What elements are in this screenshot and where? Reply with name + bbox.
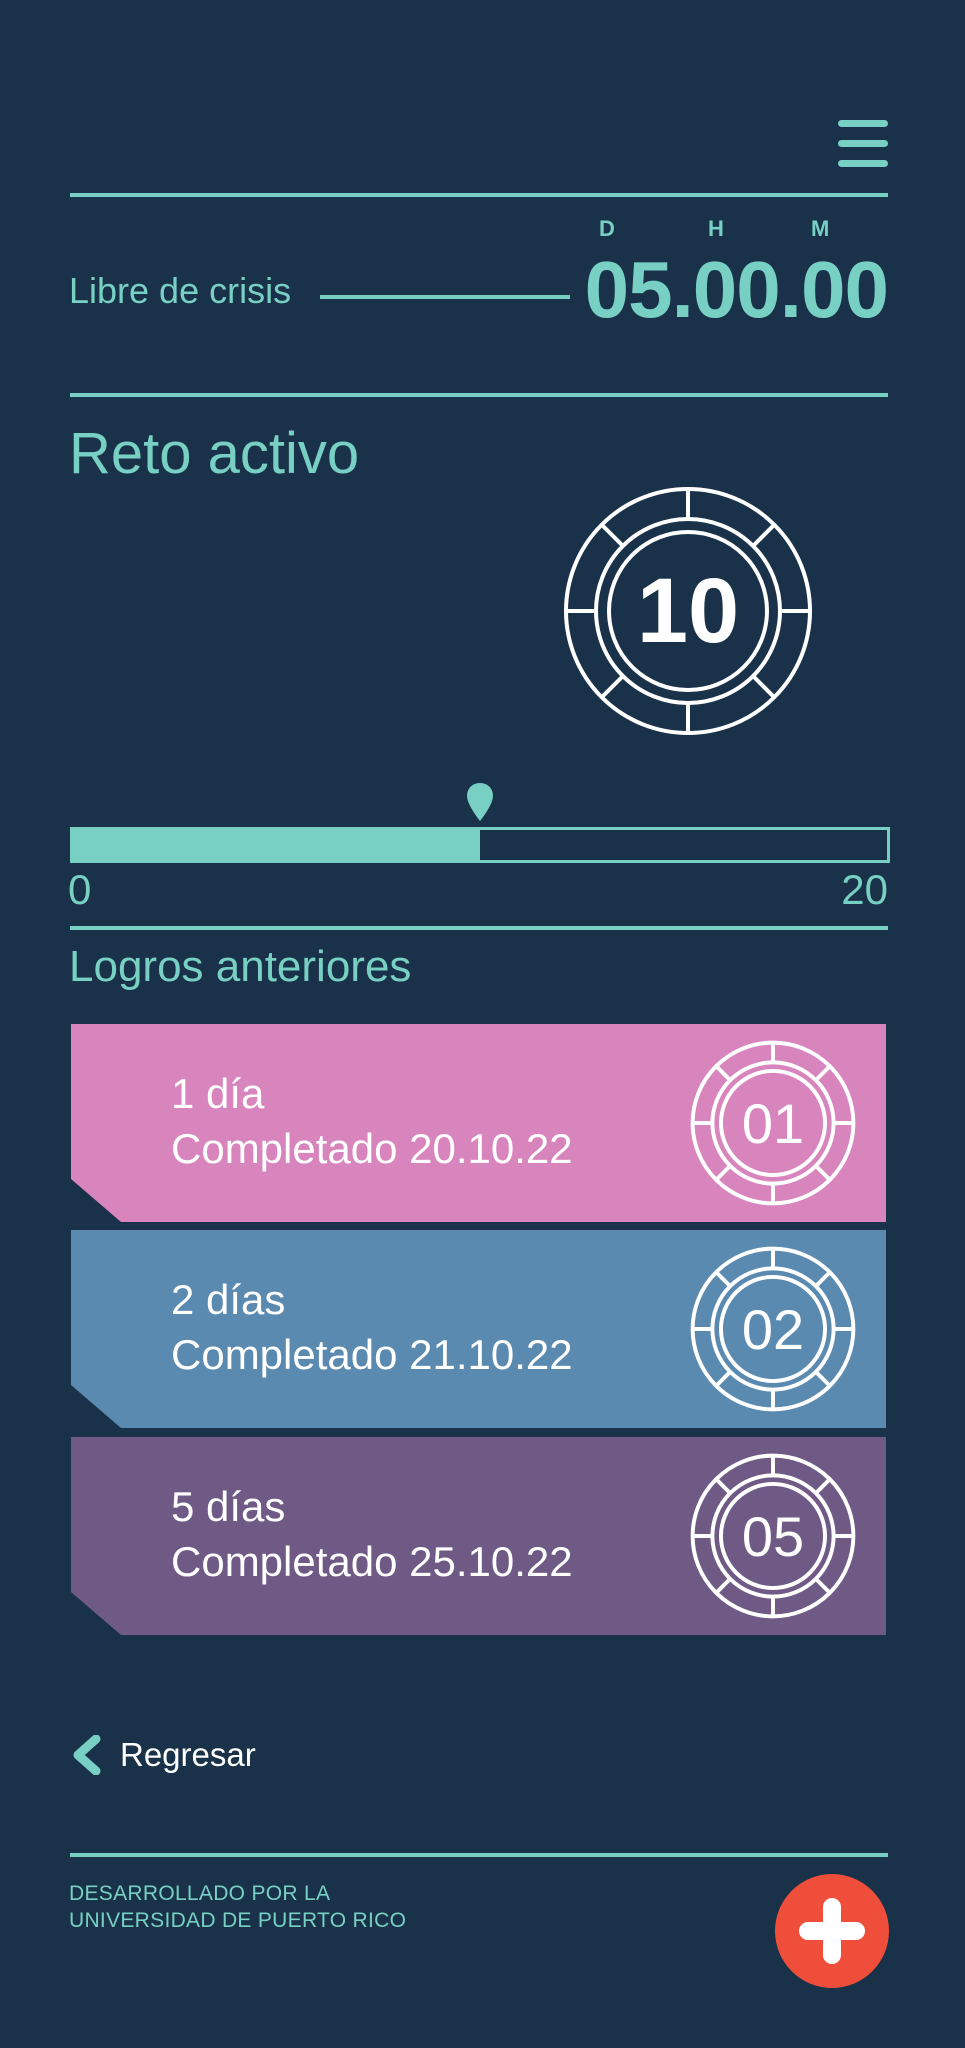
achievement-badge-number: 01 — [741, 1091, 805, 1155]
progress-min-label: 0 — [68, 866, 92, 913]
achievement-badge-number: 02 — [741, 1297, 805, 1361]
achievement-card-2[interactable]: 2 días Completado 21.10.22 02 — [71, 1230, 886, 1428]
footer-credit-line-1: DESARROLLADO POR LA — [69, 1882, 331, 1905]
footer-credit: DESARROLLADO POR LA UNIVERSIDAD DE PUERT… — [69, 1880, 406, 1934]
plus-icon — [799, 1898, 865, 1964]
achievement-duration: 5 días — [171, 1483, 286, 1530]
achievement-completed-date: Completado 25.10.22 — [171, 1538, 573, 1585]
active-challenge-number: 10 — [636, 559, 740, 662]
timer-divider — [70, 393, 888, 397]
back-button[interactable]: Regresar — [70, 1735, 256, 1775]
progress-divider — [70, 926, 888, 930]
crisis-free-label: Libre de crisis — [69, 270, 292, 311]
achievement-card-1[interactable]: 1 día Completado 20.10.22 01 — [71, 1024, 886, 1222]
chevron-left-icon — [73, 1735, 101, 1775]
achievement-completed-date: Completado 20.10.22 — [171, 1125, 573, 1172]
active-challenge-title: Reto activo — [69, 421, 360, 486]
achievement-badge-number: 05 — [741, 1504, 805, 1568]
challenge-progress-fill — [73, 830, 480, 860]
days-label: D — [599, 216, 615, 241]
achievement-completed-date: Completado 21.10.22 — [171, 1331, 573, 1378]
footer-divider — [70, 1853, 888, 1857]
progress-marker-icon — [467, 783, 493, 821]
achievement-card-3[interactable]: 5 días Completado 25.10.22 05 — [71, 1437, 886, 1635]
previous-achievements-title: Logros anteriores — [69, 942, 412, 991]
minutes-label: M — [811, 216, 830, 241]
progress-max-label: 20 — [841, 866, 888, 913]
achievement-duration: 1 día — [171, 1070, 265, 1117]
challenge-progress-bar — [70, 827, 890, 863]
hours-label: H — [708, 216, 724, 241]
crisis-free-timer: 05.00.00 — [584, 245, 889, 334]
achievement-badge: 01 — [690, 1040, 856, 1206]
crisis-free-line — [320, 295, 570, 299]
achievement-badge: 02 — [690, 1246, 856, 1412]
active-challenge-badge: 10 — [562, 485, 814, 737]
footer-credit-line-2: UNIVERSIDAD DE PUERTO RICO — [69, 1909, 407, 1932]
emergency-add-button[interactable] — [775, 1874, 889, 1988]
achievement-duration: 2 días — [171, 1276, 286, 1323]
back-button-label: Regresar — [120, 1736, 256, 1773]
header-divider — [70, 193, 888, 197]
achievement-badge: 05 — [690, 1453, 856, 1619]
menu-icon[interactable] — [838, 120, 888, 168]
